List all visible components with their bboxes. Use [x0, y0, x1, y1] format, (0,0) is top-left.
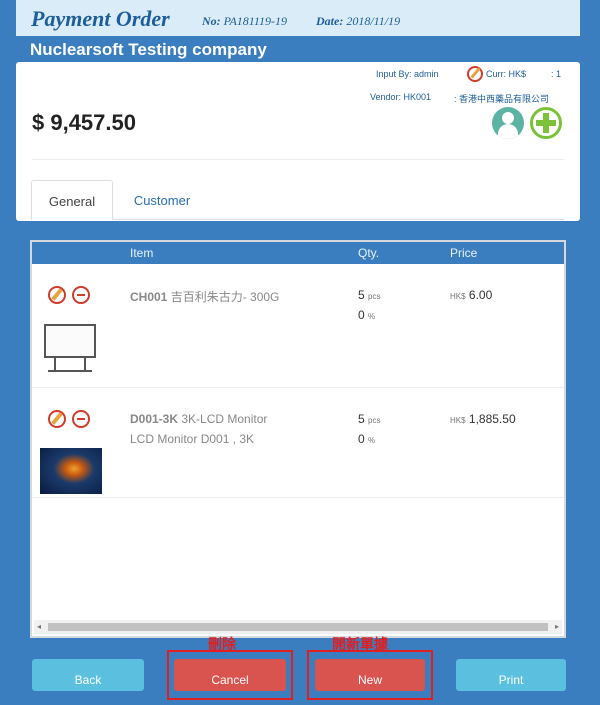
discount-unit: %: [368, 436, 376, 445]
qty-unit: pcs: [368, 416, 381, 425]
print-button[interactable]: Print: [456, 659, 566, 691]
scroll-right-icon[interactable]: ▸: [555, 622, 559, 631]
horizontal-scrollbar[interactable]: ◂ ▸: [34, 620, 562, 634]
item-desc: 吉百利朱古力- 300G: [170, 290, 280, 304]
exchange-rate-text: : 1: [551, 69, 562, 79]
vendor-name-text: : 香港中西藥品有限公司: [454, 94, 550, 104]
order-date-value: 2018/11/19: [346, 14, 401, 28]
item-price: HK$ 6.00: [450, 288, 492, 302]
item-list: Item Qty. Price CH001 吉百利朱古力- 300G 5 pcs…: [30, 240, 566, 638]
cancel-annotation: 刪除: [208, 636, 236, 652]
remove-icon[interactable]: [72, 410, 90, 428]
order-number-label: No:: [202, 14, 221, 28]
item-code: CH001: [130, 290, 168, 304]
divider: [32, 159, 564, 160]
item-code-desc: CH001 吉百利朱古力- 300G: [130, 288, 279, 305]
company-name: Nuclearsoft Testing company: [30, 40, 267, 59]
order-number-value: PA181119-19: [223, 14, 287, 28]
scroll-left-icon[interactable]: ◂: [37, 622, 41, 631]
item-code-desc: D001-3K 3K-LCD Monitor: [130, 412, 267, 426]
back-button[interactable]: Back: [32, 659, 144, 691]
new-button[interactable]: New: [315, 659, 425, 691]
discount-value: 0: [358, 308, 365, 322]
qty-unit: pcs: [368, 292, 381, 301]
whiteboard-image: [40, 322, 102, 374]
vendor-code-text: Vendor: HK001: [370, 92, 432, 102]
page-title: Payment Order: [31, 6, 170, 31]
column-header-price: Price: [450, 246, 478, 260]
item-discount: 0 %: [358, 308, 375, 322]
discount-value: 0: [358, 432, 365, 446]
tab-customer[interactable]: Customer: [116, 180, 208, 220]
input-by-text: Input By: admin: [376, 69, 439, 79]
total-amount: $ 9,457.50: [32, 110, 136, 135]
item-qty: 5 pcs: [358, 412, 380, 426]
order-date-label: Date:: [316, 14, 344, 28]
tab-general[interactable]: General: [31, 180, 113, 220]
column-header-item: Item: [130, 246, 154, 260]
edit-icon[interactable]: [48, 410, 66, 428]
list-header: Item Qty. Price: [32, 242, 564, 264]
item-price: HK$ 1,885.50: [450, 412, 516, 426]
item-qty: 5 pcs: [358, 288, 380, 302]
header-bar: Payment Order No: PA181119-19 Date: 2018…: [16, 0, 580, 36]
price-value: 6.00: [468, 288, 493, 302]
order-date: Date: 2018/11/19: [316, 14, 400, 29]
edit-currency-icon[interactable]: [467, 66, 483, 82]
add-icon[interactable]: [530, 107, 562, 139]
qty-value: 5: [358, 288, 365, 302]
item-discount: 0 %: [358, 432, 375, 446]
qty-value: 5: [358, 412, 365, 426]
list-item[interactable]: CH001 吉百利朱古力- 300G 5 pcs 0 % HK$ 6.00: [32, 264, 564, 388]
discount-unit: %: [368, 312, 376, 321]
item-desc-line2: LCD Monitor D001 , 3K: [130, 432, 255, 446]
cancel-button[interactable]: Cancel: [174, 659, 286, 691]
item-code: D001-3K: [130, 412, 179, 426]
currency-text: Curr: HK$: [486, 69, 527, 79]
contact-icon[interactable]: [492, 107, 524, 139]
new-annotation: 開新單據: [332, 636, 388, 652]
order-number: No: PA181119-19: [202, 14, 287, 29]
price-value: 1,885.50: [468, 412, 516, 426]
jellyfish-image: [40, 448, 102, 494]
item-desc: 3K-LCD Monitor: [181, 412, 268, 426]
summary-card: Input By: admin Curr: HK$ : 1 Vendor: HK…: [16, 62, 580, 221]
scrollbar-thumb[interactable]: [48, 623, 548, 631]
edit-icon[interactable]: [48, 286, 66, 304]
price-currency: HK$: [450, 292, 466, 301]
price-currency: HK$: [450, 416, 466, 425]
list-item[interactable]: D001-3K 3K-LCD Monitor LCD Monitor D001 …: [32, 388, 564, 498]
column-header-qty: Qty.: [358, 246, 380, 260]
remove-icon[interactable]: [72, 286, 90, 304]
